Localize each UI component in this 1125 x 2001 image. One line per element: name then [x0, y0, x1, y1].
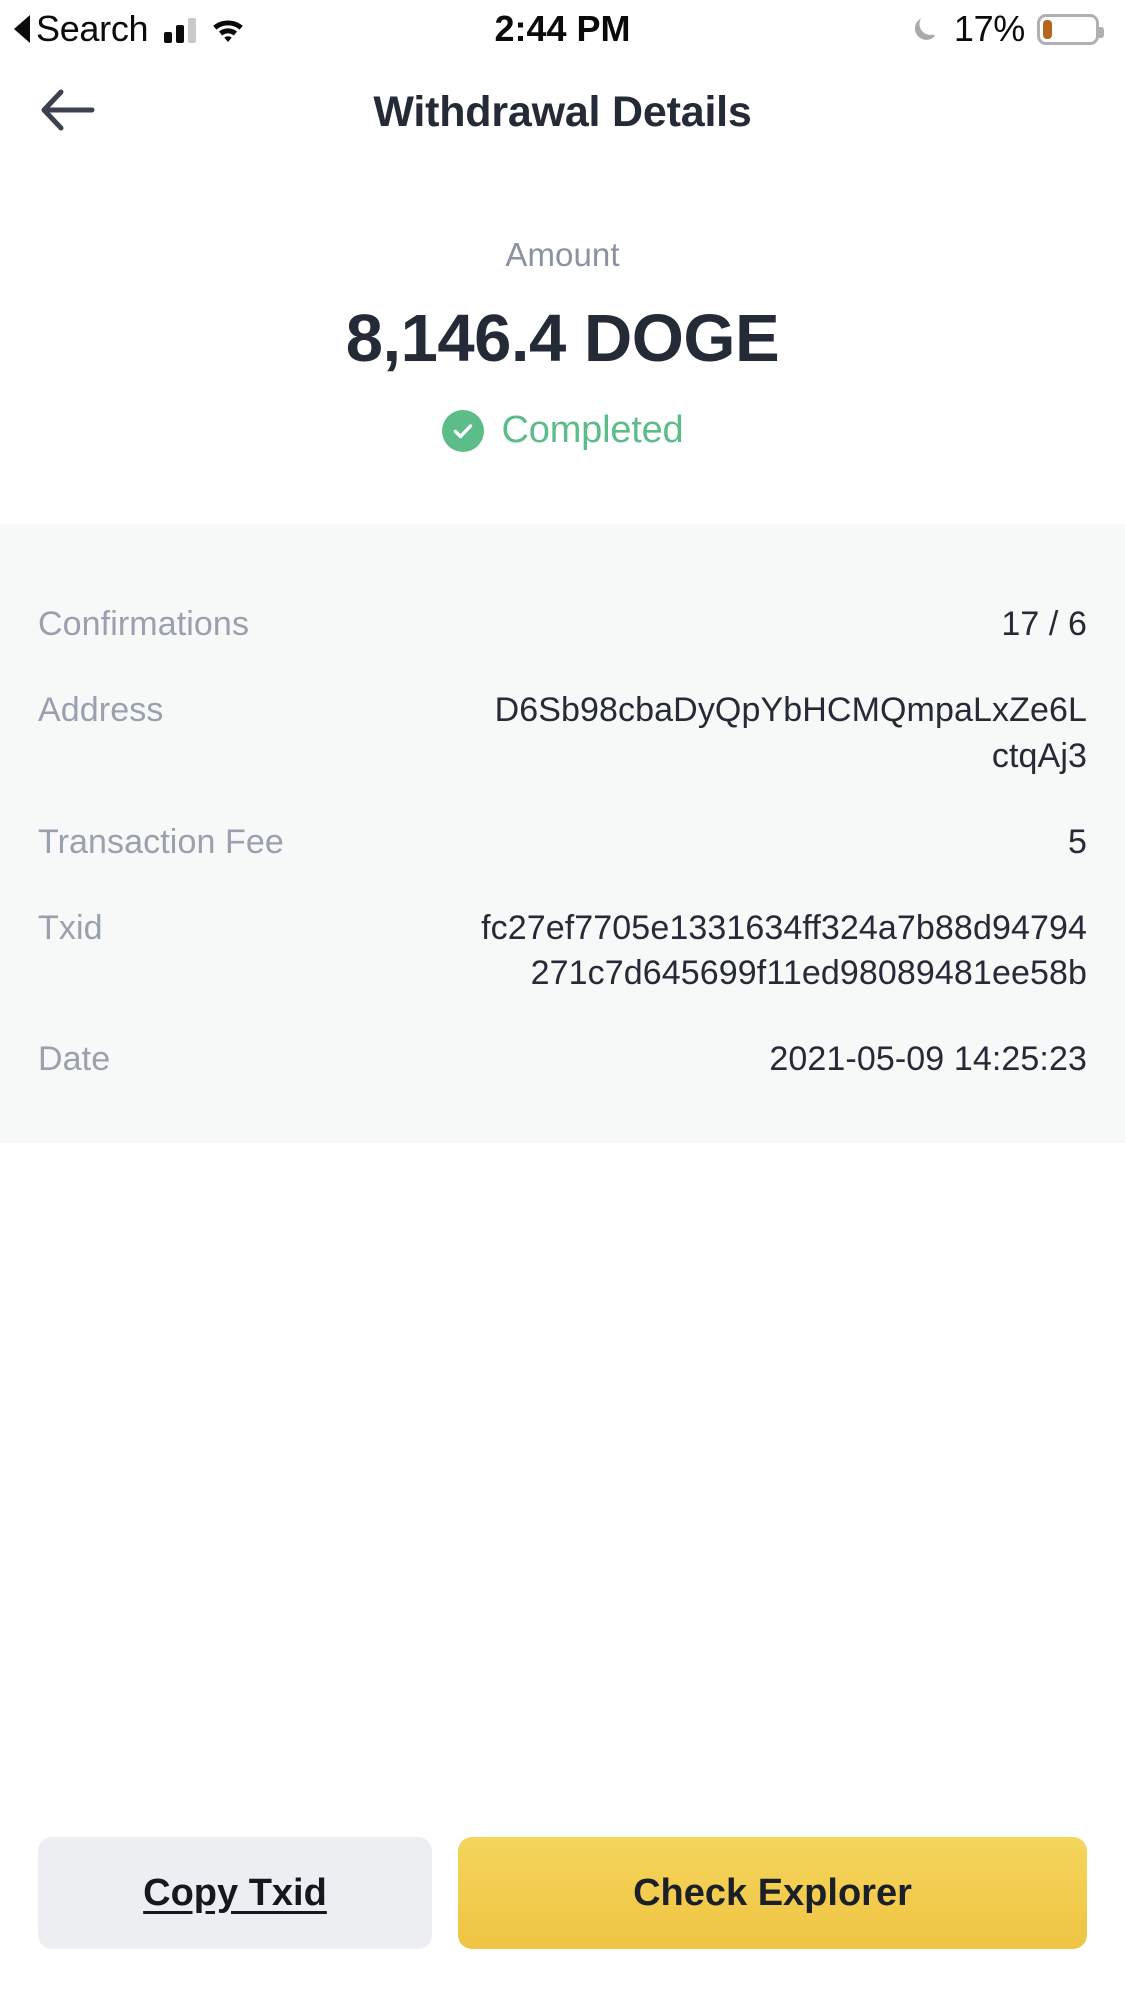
table-row: Address D6Sb98cbaDyQpYbHCMQmpaLxZe6LctqA…	[38, 674, 1087, 806]
footer-actions: Copy Txid Check Explorer	[0, 1837, 1125, 1949]
amount-summary: Amount 8,146.4 DOGE Completed	[0, 166, 1125, 524]
status-bar: Search 2:44 PM 17%	[0, 0, 1125, 58]
status-label: Completed	[501, 409, 684, 451]
detail-value-confirmations: 17 / 6	[1001, 605, 1087, 643]
crescent-moon-icon	[908, 12, 942, 46]
status-bar-right: 17%	[908, 8, 1104, 50]
details-panel: Confirmations 17 / 6 Address D6Sb98cbaDy…	[0, 524, 1125, 1144]
amount-label: Amount	[505, 236, 620, 273]
detail-label-txid: Txid	[38, 908, 103, 947]
check-explorer-button[interactable]: Check Explorer	[458, 1837, 1087, 1949]
battery-percent-label: 17%	[953, 8, 1025, 49]
status-bar-left[interactable]: Search	[14, 8, 246, 50]
cellular-signal-icon	[164, 15, 197, 43]
left-triangle-icon	[14, 15, 30, 43]
detail-value-transaction-fee: 5	[1067, 822, 1087, 861]
wifi-icon	[210, 15, 246, 43]
table-row: Confirmations 17 / 6	[38, 588, 1087, 674]
table-row: Transaction Fee 5	[38, 806, 1087, 892]
status-bar-back-label[interactable]: Search	[36, 8, 149, 50]
detail-label-confirmations: Confirmations	[38, 605, 250, 643]
page-title: Withdrawal Details	[373, 87, 752, 136]
detail-value-address: D6Sb98cbaDyQpYbHCMQmpaLxZe6LctqAj3	[494, 690, 1087, 775]
detail-label-address: Address	[38, 690, 164, 729]
table-row: Txid fc27ef7705e1331634ff324a7b88d947942…	[38, 892, 1087, 1024]
back-button[interactable]	[34, 78, 102, 146]
copy-txid-button[interactable]: Copy Txid	[38, 1837, 432, 1949]
battery-fill	[1043, 19, 1052, 39]
check-circle-icon	[441, 409, 484, 452]
detail-value-date: 2021-05-09 14:25:23	[769, 1040, 1087, 1079]
table-row: Date 2021-05-09 14:25:23	[38, 1023, 1087, 1089]
detail-label-date: Date	[38, 1040, 111, 1079]
nav-header: Withdrawal Details	[0, 58, 1125, 166]
arrow-left-icon	[41, 88, 95, 137]
status-badge: Completed	[0, 409, 1125, 452]
detail-value-txid: fc27ef7705e1331634ff324a7b88d94794271c7d…	[481, 908, 1087, 993]
amount-value: 8,146.4 DOGE	[345, 301, 780, 376]
detail-label-transaction-fee: Transaction Fee	[38, 822, 284, 861]
battery-low-icon	[1037, 13, 1104, 45]
